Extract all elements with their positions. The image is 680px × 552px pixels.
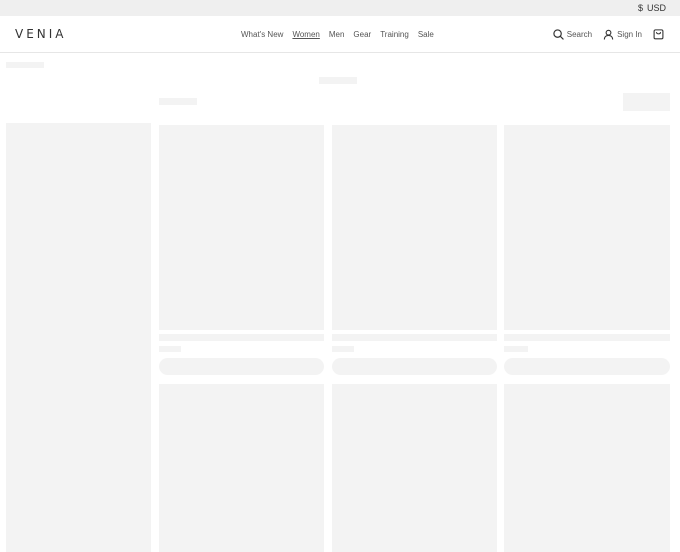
nav-item-men[interactable]: Men xyxy=(329,30,345,39)
product-price-placeholder xyxy=(332,346,354,352)
product-price-placeholder xyxy=(159,346,181,352)
nav-item-women[interactable]: Women xyxy=(292,30,319,39)
product-price-placeholder xyxy=(504,346,528,352)
product-image-placeholder xyxy=(504,125,670,330)
search-icon xyxy=(553,28,564,40)
sort-button-placeholder xyxy=(623,93,670,111)
currency-code: USD xyxy=(646,3,666,13)
nav-item-sale[interactable]: Sale xyxy=(418,30,434,39)
nav-item-training[interactable]: Training xyxy=(380,30,409,39)
currency-switcher[interactable]: $ USD xyxy=(638,3,666,13)
logo[interactable]: VENIA xyxy=(15,27,67,41)
main-nav: What's New Women Men Gear Training Sale xyxy=(241,30,434,39)
nav-item-gear[interactable]: Gear xyxy=(353,30,371,39)
product-image-placeholder xyxy=(159,384,324,552)
filter-sidebar-placeholder xyxy=(6,123,151,552)
search-button[interactable]: Search xyxy=(553,28,593,40)
shopping-bag-icon xyxy=(653,28,664,40)
page-title-placeholder xyxy=(319,77,357,84)
product-image-placeholder xyxy=(332,384,497,552)
product-image-placeholder xyxy=(159,125,324,330)
nav-item-whats-new[interactable]: What's New xyxy=(241,30,283,39)
currency-symbol: $ xyxy=(637,3,643,13)
top-bar: $ USD xyxy=(0,0,680,16)
user-icon xyxy=(603,29,614,40)
header-actions: Search Sign In xyxy=(542,28,664,40)
product-name-placeholder xyxy=(504,334,670,341)
product-name-placeholder xyxy=(159,334,324,341)
sign-in-button[interactable]: Sign In xyxy=(603,29,642,40)
add-to-cart-placeholder xyxy=(504,358,670,375)
results-count-placeholder xyxy=(159,98,197,105)
product-image-placeholder xyxy=(504,384,670,552)
product-name-placeholder xyxy=(332,334,497,341)
product-image-placeholder xyxy=(332,125,497,330)
breadcrumb-placeholder xyxy=(6,62,44,68)
sign-in-label: Sign In xyxy=(617,29,642,39)
add-to-cart-placeholder xyxy=(332,358,497,375)
site-header: VENIA What's New Women Men Gear Training… xyxy=(0,16,680,53)
cart-button[interactable] xyxy=(653,28,664,40)
search-label: Search xyxy=(566,29,593,39)
add-to-cart-placeholder xyxy=(159,358,324,375)
